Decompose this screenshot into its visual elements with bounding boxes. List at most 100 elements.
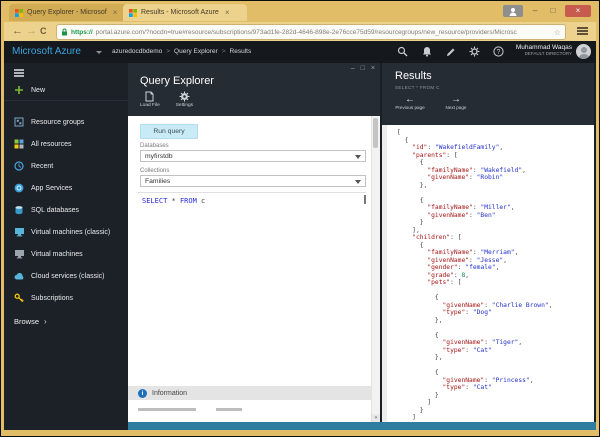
- avatar[interactable]: [576, 44, 591, 59]
- json-line: "children": [: [397, 234, 592, 242]
- sidebar-item-resource-groups[interactable]: Resource groups: [4, 111, 128, 133]
- help-icon[interactable]: ?: [491, 44, 506, 59]
- url-field[interactable]: https:// portal.azure.com/?nocdn=true#re…: [56, 24, 566, 40]
- blade-title: Results: [395, 70, 432, 82]
- settings-label: Settings: [176, 103, 193, 108]
- azure-favicon: [129, 9, 137, 17]
- json-line: },: [397, 354, 592, 362]
- vm-icon: [14, 249, 24, 259]
- forward-icon[interactable]: →: [26, 24, 37, 39]
- previous-page-button[interactable]: ← Previous page: [395, 94, 425, 110]
- collections-select[interactable]: Families: [140, 175, 366, 187]
- maximize-button[interactable]: □: [545, 5, 561, 17]
- load-file-label: Load File: [140, 103, 160, 108]
- databases-label: Databases: [140, 143, 169, 149]
- load-file-button[interactable]: Load File: [140, 91, 160, 108]
- sidebar-item-label: SQL databases: [31, 207, 79, 214]
- sidebar-item-virtual-machines[interactable]: Virtual machines: [4, 243, 128, 265]
- recent-icon: [14, 161, 24, 171]
- tab-close-icon[interactable]: ×: [225, 8, 230, 17]
- settings-button[interactable]: Settings: [176, 91, 193, 108]
- user-directory: DEFAULT DIRECTORY: [516, 51, 572, 56]
- previous-page-label: Previous page: [395, 105, 424, 110]
- pencil-icon[interactable]: [443, 44, 458, 59]
- run-query-button[interactable]: Run query: [140, 124, 198, 139]
- search-icon[interactable]: [395, 44, 410, 59]
- sidebar-item-label: Subscriptions: [31, 295, 73, 302]
- query-explorer-blade: – □ × Query Explorer Load File Settings: [128, 63, 380, 422]
- sidebar: New Resource groupsAll resourcesRecentAp…: [4, 63, 128, 430]
- tab-close-icon[interactable]: ×: [113, 8, 118, 17]
- json-line: {: [397, 369, 592, 377]
- blade-title: Query Explorer: [140, 75, 214, 87]
- json-line: ]: [397, 399, 592, 407]
- scrollbar-down-arrow[interactable]: ▾: [371, 414, 380, 422]
- json-line: [397, 189, 592, 197]
- json-line: ]: [397, 414, 592, 422]
- browser-tab-results[interactable]: Results - Microsoft Azure ×: [123, 4, 247, 21]
- bookmark-star-icon[interactable]: ☆: [554, 28, 561, 37]
- sidebar-item-browse[interactable]: Browse›: [4, 311, 128, 331]
- user-block[interactable]: Muhammad Waqas DEFAULT DIRECTORY: [516, 44, 572, 56]
- sidebar-item-recent[interactable]: Recent: [4, 155, 128, 177]
- query-editor[interactable]: SELECT * FROM c: [138, 192, 366, 384]
- blade-minimize-icon[interactable]: –: [351, 65, 355, 72]
- hamburger-menu-icon[interactable]: [14, 69, 24, 78]
- sidebar-item-subscriptions[interactable]: Subscriptions: [4, 287, 128, 309]
- json-line: "givenName": "Tiger",: [397, 339, 592, 347]
- query-explorer-header: – □ × Query Explorer Load File Settings: [128, 63, 380, 116]
- json-line: {: [397, 137, 592, 145]
- reload-icon[interactable]: C: [40, 24, 47, 39]
- close-button[interactable]: ×: [565, 5, 591, 17]
- editor-scrollbar[interactable]: [364, 195, 366, 204]
- breadcrumb: azuredocdbdemo>Query Explorer>Results: [112, 48, 251, 55]
- json-line: {: [397, 294, 592, 302]
- json-line: "parents": [: [397, 152, 592, 160]
- sidebar-item-cloud-services-classic[interactable]: Cloud services (classic): [4, 265, 128, 287]
- breadcrumb-item[interactable]: Results: [230, 48, 252, 55]
- portal-brand[interactable]: Microsoft Azure: [12, 46, 81, 57]
- json-line: {: [397, 197, 592, 205]
- window-frame: Query Explorer - Microsof × Results - Mi…: [1, 1, 599, 436]
- sidebar-item-new[interactable]: New: [4, 81, 128, 101]
- databases-select[interactable]: myfirstdb: [140, 150, 366, 162]
- json-line: {: [397, 242, 592, 250]
- json-line: "givenName": "Charlie Brown",: [397, 302, 592, 310]
- padlock-icon: [61, 28, 68, 36]
- breadcrumb-item[interactable]: azuredocdbdemo: [112, 48, 162, 55]
- sidebar-item-all-resources[interactable]: All resources: [4, 133, 128, 155]
- breadcrumb-item[interactable]: Query Explorer: [174, 48, 218, 55]
- gear-icon[interactable]: [467, 44, 482, 59]
- azure-favicon: [15, 9, 23, 17]
- blade-close-icon[interactable]: ×: [371, 65, 375, 72]
- query-explorer-body: Run query Databases myfirstdb Collection…: [128, 116, 380, 422]
- sidebar-item-app-services[interactable]: App Services: [4, 177, 128, 199]
- breadcrumb-separator: >: [166, 48, 170, 55]
- json-line: "givenName": "Jesse",: [397, 257, 592, 265]
- arrow-right-icon: →: [451, 94, 461, 105]
- json-line: "givenName": "Ben": [397, 212, 592, 220]
- json-line: "type": "Dog": [397, 309, 592, 317]
- browser-menu-icon[interactable]: [577, 27, 588, 36]
- json-line: "type": "Cat": [397, 384, 592, 392]
- json-line: {: [397, 332, 592, 340]
- json-line: }: [397, 392, 592, 400]
- back-icon[interactable]: ←: [12, 24, 23, 39]
- sidebar-item-virtual-machines-classic[interactable]: Virtual machines (classic): [4, 221, 128, 243]
- json-line: "givenName": "Robin": [397, 174, 592, 182]
- vertical-scrollbar[interactable]: [371, 116, 380, 422]
- results-json-view[interactable]: [ { "id": "WakefieldFamily", "parents": …: [382, 125, 594, 422]
- sidebar-item-sql-databases[interactable]: SQL databases: [4, 199, 128, 221]
- sidebar-item-label: Virtual machines: [31, 251, 83, 258]
- bell-icon[interactable]: [419, 44, 434, 59]
- cloud-services-icon: [14, 271, 24, 281]
- information-bar[interactable]: i Information: [128, 386, 372, 400]
- azure-portal: Microsoft Azure azuredocdbdemo > Query Exp…: [4, 41, 596, 430]
- blade-maximize-icon[interactable]: □: [361, 65, 365, 72]
- next-page-button[interactable]: → Next page: [441, 94, 471, 110]
- vm-classic-icon: [14, 227, 24, 237]
- profile-button[interactable]: [503, 5, 523, 17]
- minimize-button[interactable]: –: [527, 5, 543, 17]
- chevron-down-icon[interactable]: [96, 51, 102, 54]
- browser-tab-query-explorer[interactable]: Query Explorer - Microsof ×: [9, 4, 131, 21]
